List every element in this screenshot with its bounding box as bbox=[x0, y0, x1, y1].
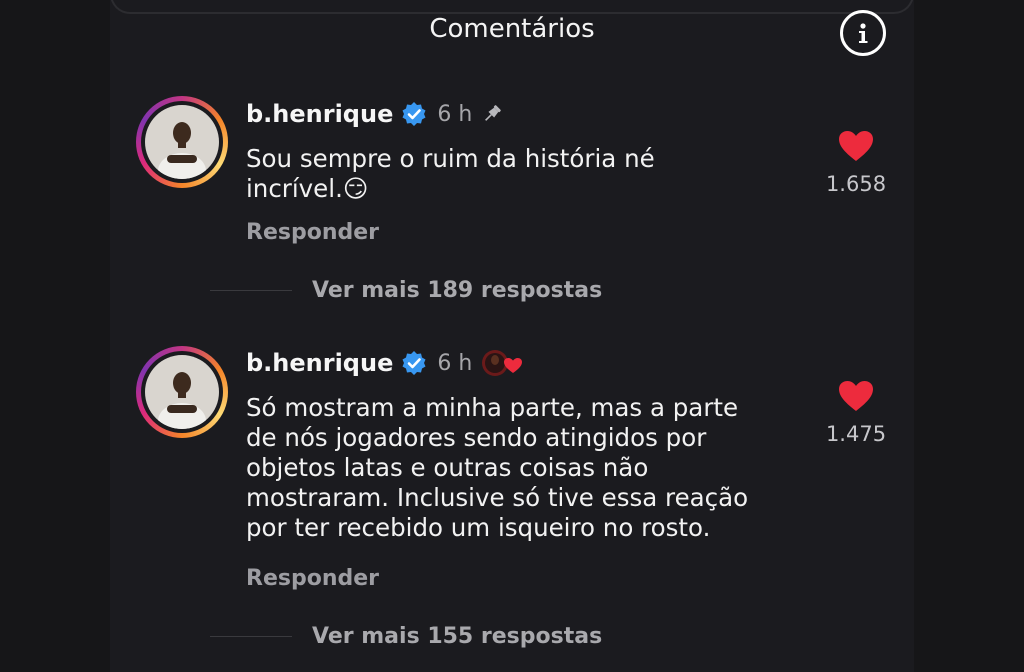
avatar-border bbox=[141, 351, 223, 433]
comment-text-line: Sou sempre o ruim da história né bbox=[246, 144, 655, 173]
comment-header: b.henrique 6 h bbox=[246, 347, 526, 379]
divider bbox=[210, 290, 292, 291]
view-more-replies-label: Ver mais 189 respostas bbox=[312, 278, 603, 303]
heart-icon bbox=[839, 131, 873, 161]
avatar[interactable] bbox=[136, 346, 228, 438]
avatar[interactable] bbox=[136, 96, 228, 188]
reply-button[interactable]: Responder bbox=[246, 566, 379, 591]
username[interactable]: b.henrique bbox=[246, 349, 393, 377]
profile-badge-heart-icon bbox=[482, 350, 523, 376]
divider bbox=[210, 636, 292, 637]
comment-text-line: Só mostram a minha parte, mas a parte bbox=[246, 393, 739, 422]
avatar-border bbox=[141, 101, 223, 183]
sheet-handle-edge bbox=[110, 0, 914, 14]
comment-text-line: de nós jogadores sendo atingidos por bbox=[246, 423, 707, 452]
avatar-photo bbox=[145, 355, 219, 429]
username[interactable]: b.henrique bbox=[246, 100, 393, 128]
view-more-replies-label: Ver mais 155 respostas bbox=[312, 624, 603, 649]
comment-text: Sou sempre o ruim da história né incríve… bbox=[246, 144, 816, 204]
info-icon bbox=[859, 23, 868, 43]
like-button[interactable]: 1.475 bbox=[820, 380, 892, 446]
avatar-photo bbox=[145, 105, 219, 179]
reply-button[interactable]: Responder bbox=[246, 220, 379, 245]
pin-icon bbox=[485, 105, 502, 121]
verified-badge-icon bbox=[402, 351, 426, 375]
comment-header: b.henrique 6 h bbox=[246, 98, 504, 130]
like-button[interactable]: 1.658 bbox=[820, 130, 892, 196]
like-count: 1.658 bbox=[825, 172, 887, 196]
comment-text-line: incrível.😏 bbox=[246, 174, 369, 203]
verified-badge-icon bbox=[402, 102, 426, 126]
comment-text-line: mostraram. Inclusive só tive essa reação bbox=[246, 483, 749, 512]
info-button[interactable] bbox=[840, 10, 886, 56]
comment-text: Só mostram a minha parte, mas a parte de… bbox=[246, 393, 816, 543]
comment-time: 6 h bbox=[437, 350, 473, 376]
heart-icon bbox=[839, 381, 873, 411]
comment-time: 6 h bbox=[437, 101, 473, 127]
view-more-replies[interactable]: Ver mais 155 respostas bbox=[210, 624, 602, 649]
comment-text-line: por ter recebido um isqueiro no rosto. bbox=[246, 513, 711, 542]
comment-text-line: objetos latas e outras coisas não bbox=[246, 453, 649, 482]
left-margin bbox=[0, 0, 110, 672]
view-more-replies[interactable]: Ver mais 189 respostas bbox=[210, 278, 602, 303]
right-margin bbox=[914, 0, 1024, 672]
like-count: 1.475 bbox=[825, 422, 887, 446]
